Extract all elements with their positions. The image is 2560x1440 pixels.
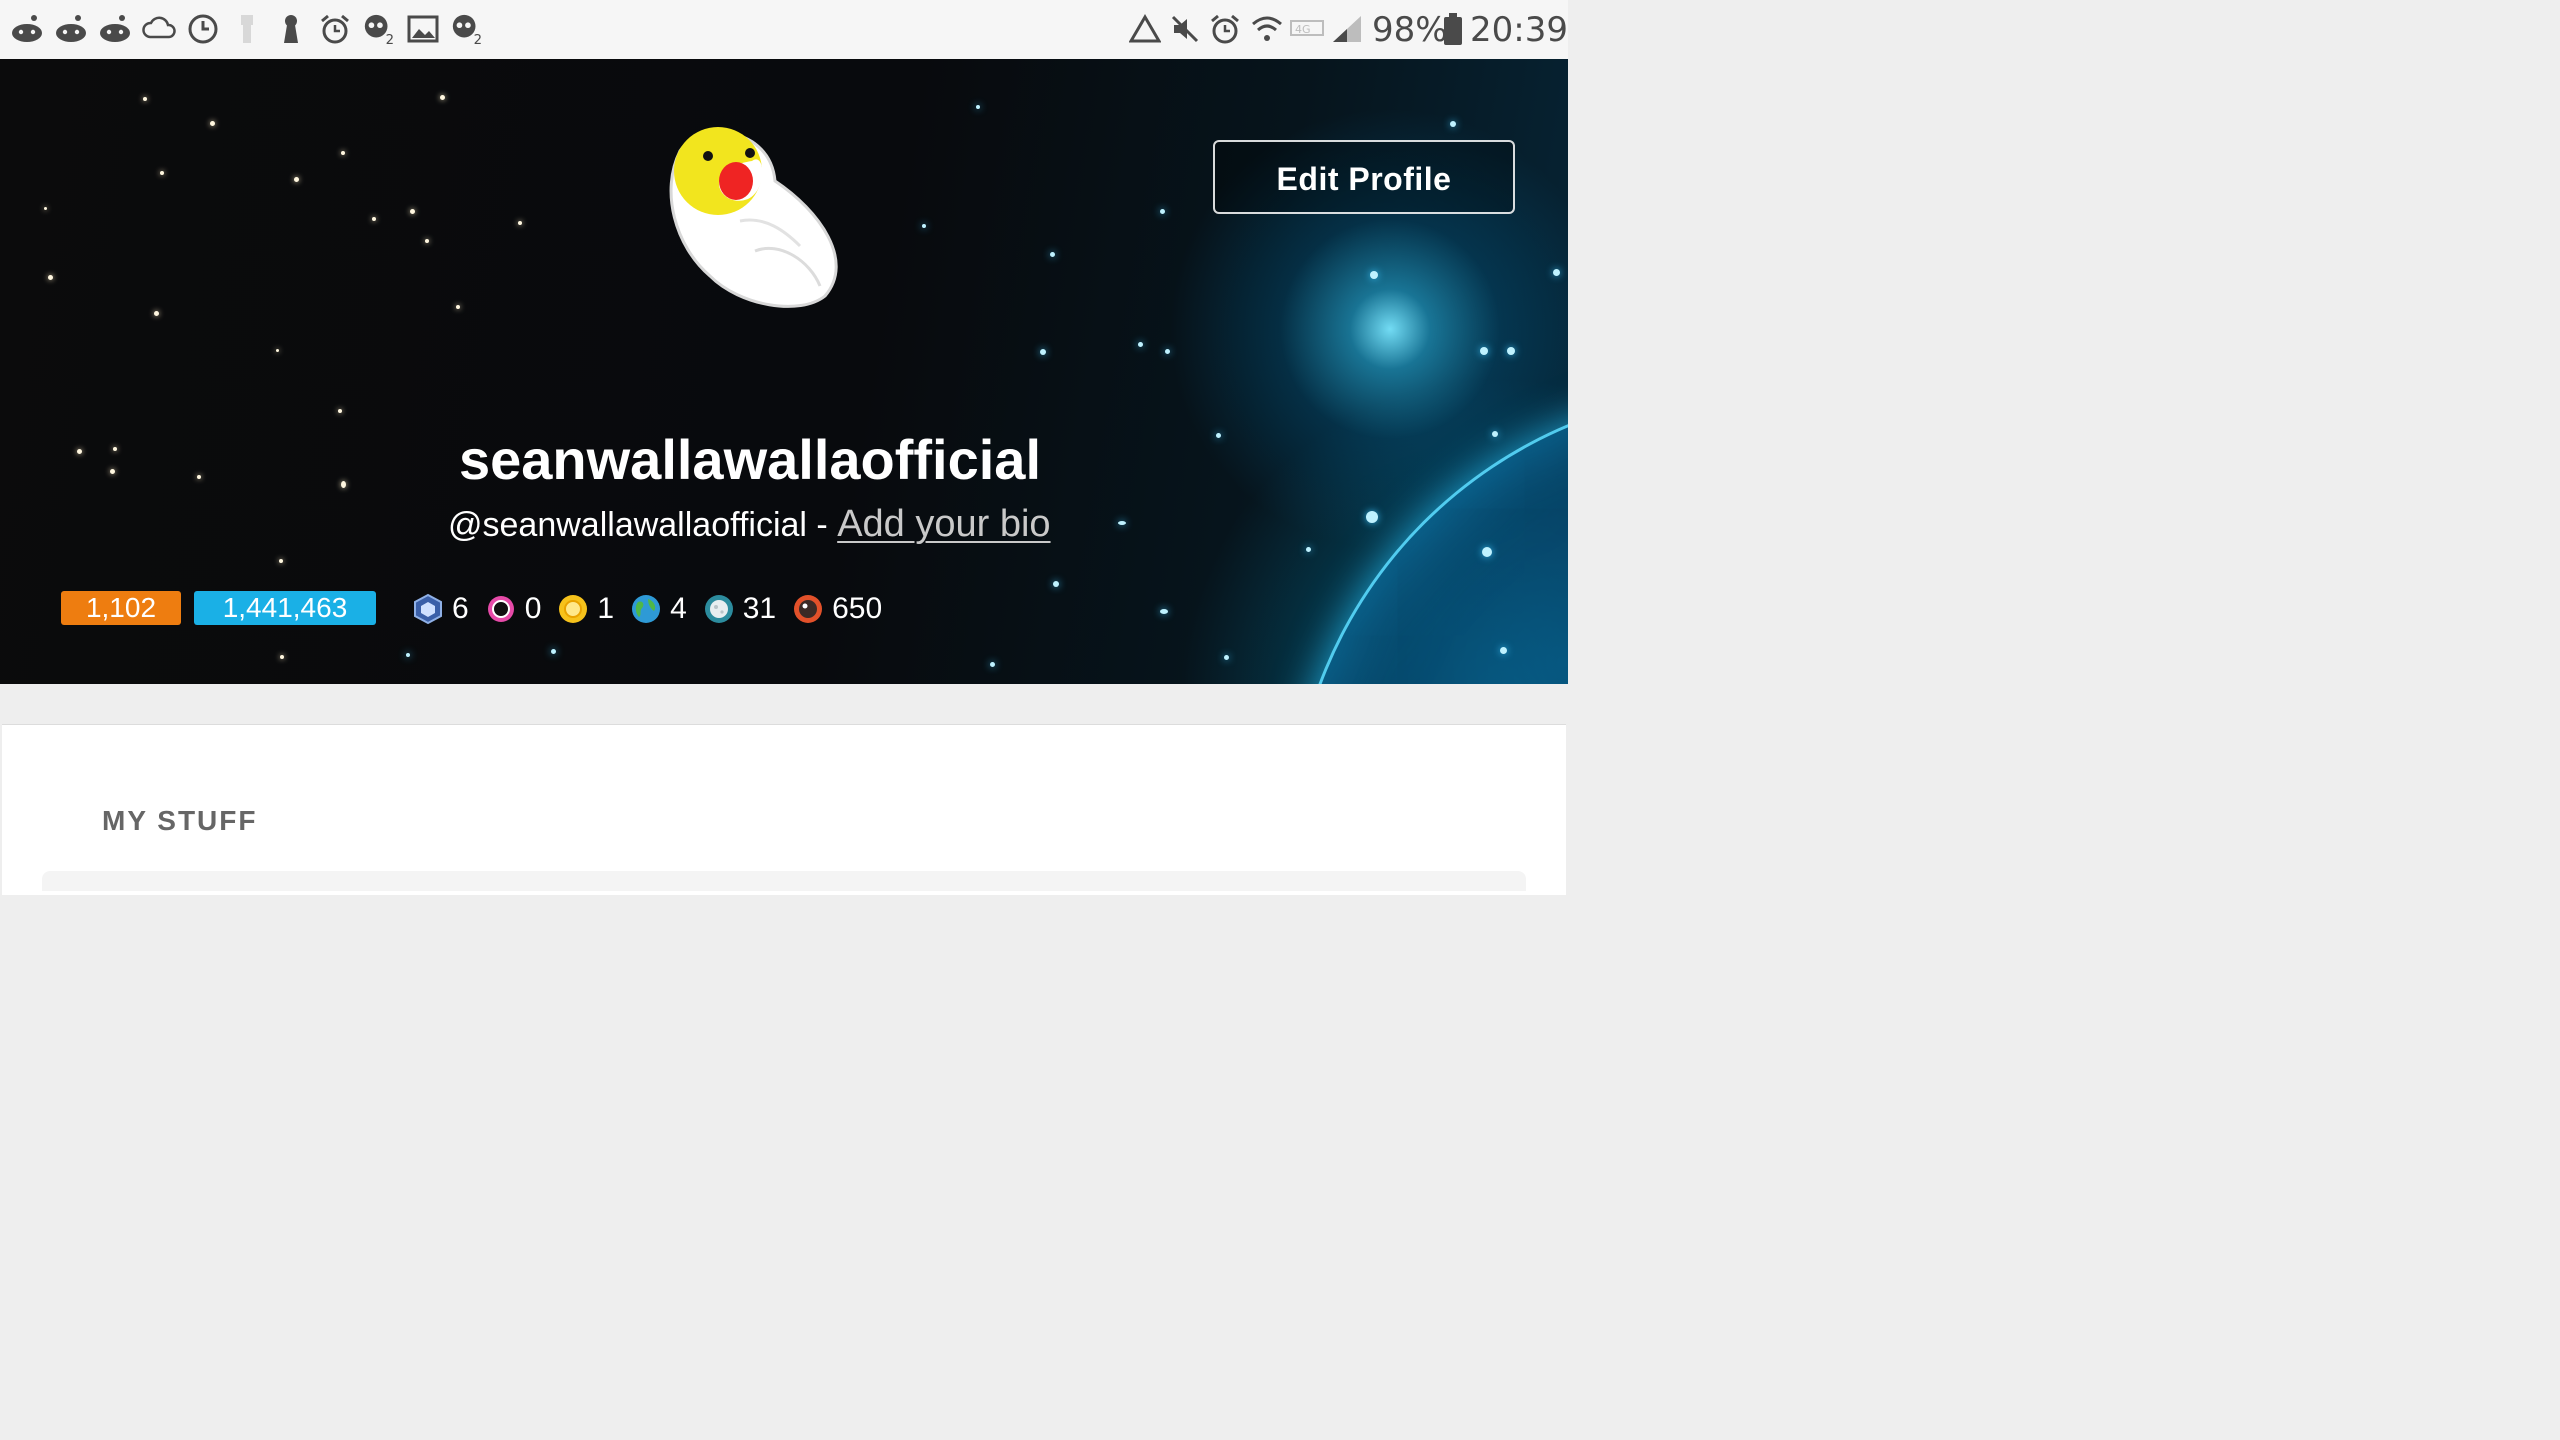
star [143, 97, 147, 101]
trophy-row: 6 0 1 4 31 650 [412, 589, 898, 629]
svg-text:2: 2 [474, 33, 482, 46]
star [160, 171, 164, 175]
reddit-icon [54, 12, 88, 46]
mute-icon [1168, 12, 1202, 46]
clock-time: 20:39 [1470, 10, 1568, 50]
star [1053, 581, 1059, 587]
star [210, 121, 215, 126]
trophy-ring[interactable]: 0 [485, 592, 542, 626]
star [1138, 342, 1143, 347]
star [1450, 121, 1456, 127]
asteroid-badge-icon [794, 595, 823, 623]
star [1500, 647, 1507, 654]
star [976, 105, 980, 109]
star [1118, 521, 1126, 525]
star [1050, 252, 1055, 257]
signal-icon [1330, 12, 1364, 46]
svg-text:2: 2 [386, 33, 394, 46]
lte-icon: 4G [1290, 12, 1324, 46]
profile-banner: Edit Profile seanwallawallaofficial @sea… [0, 59, 1568, 684]
my-stuff-card[interactable] [42, 871, 1526, 891]
star [990, 662, 995, 667]
star [1480, 347, 1488, 355]
svg-text:4G: 4G [1295, 23, 1311, 36]
flashlight-icon [230, 12, 264, 46]
hexagon-badge-icon [414, 593, 442, 625]
star [1482, 547, 1492, 557]
reddit-icon [98, 12, 132, 46]
earth-badge-icon [632, 595, 661, 623]
star [1366, 511, 1378, 523]
add-bio-link[interactable]: Add your bio [837, 503, 1050, 545]
clock-icon [186, 12, 220, 46]
star [294, 177, 299, 182]
profile-content: MY STUFF [2, 724, 1566, 895]
reddit-icon [10, 12, 44, 46]
star [425, 239, 429, 243]
trophy-earth[interactable]: 4 [630, 592, 687, 626]
star [48, 275, 53, 280]
star [1306, 547, 1311, 552]
star [1370, 271, 1378, 279]
star [276, 349, 279, 352]
star [406, 653, 410, 657]
section-title: MY STUFF [102, 805, 258, 836]
star [551, 649, 556, 654]
trophy-moon[interactable]: 31 [703, 592, 776, 626]
keyhole-icon [274, 12, 308, 46]
star [456, 305, 460, 309]
comment-karma-badge: 1,441,463 [194, 591, 376, 625]
status-bar: 2 2 4G 98% 20:39 [0, 0, 1568, 59]
trophy-count: 6 [452, 592, 469, 625]
avatar[interactable] [660, 121, 845, 311]
star [440, 95, 445, 100]
alarm-icon [318, 12, 352, 46]
star [518, 221, 522, 225]
star [922, 224, 926, 228]
image-icon [406, 12, 440, 46]
star [44, 207, 47, 210]
user-handle: @seanwallawallaofficial [448, 506, 807, 544]
trophy-count: 4 [670, 592, 687, 625]
trophy-count: 0 [524, 592, 542, 625]
star [341, 151, 345, 155]
star [1165, 349, 1170, 354]
star [1160, 609, 1168, 614]
trophy-count: 650 [832, 592, 883, 625]
star [410, 209, 415, 214]
sun-badge-icon [559, 595, 588, 623]
alarm-icon [1208, 12, 1242, 46]
star [154, 311, 159, 316]
cloud-sync-icon [142, 12, 176, 46]
edit-profile-button[interactable]: Edit Profile [1213, 140, 1515, 214]
star [1553, 269, 1560, 276]
moon-badge-icon [704, 595, 733, 623]
star [1224, 655, 1229, 660]
star [1160, 209, 1165, 214]
trophy-count: 31 [742, 592, 777, 625]
handle-line: @seanwallawallaofficial - Add your bio [448, 503, 1051, 546]
star [280, 655, 284, 659]
game-notification-icon: 2 [362, 12, 396, 46]
post-karma-badge: 1,102 [61, 591, 181, 625]
star [338, 409, 342, 413]
star [279, 559, 283, 563]
recycle-icon [1128, 12, 1162, 46]
trophy-sun[interactable]: 1 [557, 592, 614, 626]
star [1507, 347, 1515, 355]
trophy-hexagon[interactable]: 6 [412, 592, 469, 626]
ring-badge-icon [487, 596, 514, 622]
trophy-asteroid[interactable]: 650 [792, 592, 882, 626]
trophy-count: 1 [597, 592, 615, 625]
wifi-icon [1250, 12, 1284, 46]
battery-icon [1436, 12, 1470, 46]
display-name: seanwallawallaofficial [458, 428, 1042, 491]
game-notification-icon: 2 [450, 12, 484, 46]
handle-separator: - [806, 506, 838, 544]
star [1040, 349, 1046, 355]
star [372, 217, 376, 221]
